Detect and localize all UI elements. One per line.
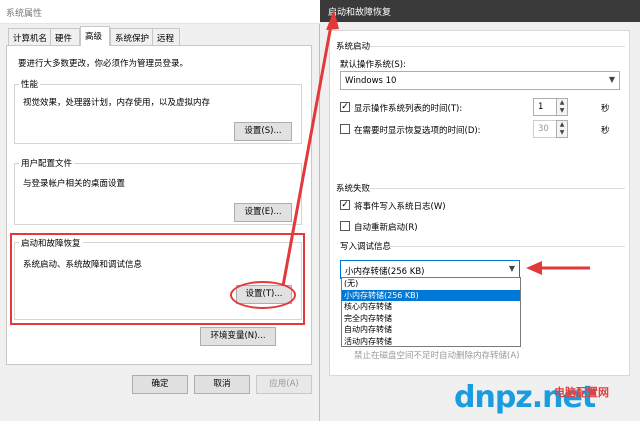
spinner-arrows-icon[interactable]: ▲ ▼ bbox=[556, 120, 568, 138]
chevron-down-icon: ▼ bbox=[508, 264, 515, 273]
title-bar: 系统属性 bbox=[0, 0, 320, 24]
show-recovery-spinner[interactable]: 30 ▲ ▼ bbox=[533, 120, 568, 138]
seconds-label: 秒 bbox=[601, 104, 610, 114]
system-failure-heading: 系统失败 bbox=[336, 184, 371, 194]
user-profiles-desc: 与登录帐户相关的桌面设置 bbox=[23, 179, 126, 189]
annotation-highlight-box bbox=[10, 233, 305, 325]
seconds-label: 秒 bbox=[601, 126, 610, 136]
divider bbox=[386, 246, 625, 247]
user-profiles-title: 用户配置文件 bbox=[19, 157, 75, 169]
environment-variables-button[interactable]: 环境变量(N)... bbox=[200, 327, 276, 346]
write-event-checkbox[interactable]: ✓ bbox=[340, 200, 350, 210]
annotation-circle bbox=[230, 281, 296, 309]
dropdown-option-none[interactable]: (无) bbox=[342, 278, 520, 290]
dropdown-option-small-dump[interactable]: 小内存转储(256 KB) bbox=[342, 289, 520, 301]
show-os-list-label: 显示操作系统列表的时间(T): bbox=[354, 104, 463, 114]
debug-info-heading: 写入调试信息 bbox=[340, 242, 392, 252]
user-profiles-settings-button[interactable]: 设置(E)... bbox=[234, 203, 292, 222]
dropdown-option-active-dump[interactable]: 活动内存转储 bbox=[342, 336, 520, 348]
write-event-label: 将事件写入系统日志(W) bbox=[354, 202, 446, 212]
show-recovery-value: 30 bbox=[538, 124, 549, 134]
show-os-list-value: 1 bbox=[538, 102, 544, 112]
divider bbox=[370, 46, 625, 47]
ok-button[interactable]: 确定 bbox=[132, 375, 188, 394]
show-os-list-checkbox[interactable]: ✓ bbox=[340, 102, 350, 112]
dropdown-option-automatic-dump[interactable]: 自动内存转储 bbox=[342, 324, 520, 336]
show-recovery-label: 在需要时显示恢复选项的时间(D): bbox=[354, 126, 481, 136]
tab-advanced[interactable]: 高级 bbox=[80, 26, 110, 46]
tab-hardware[interactable]: 硬件 bbox=[50, 28, 80, 45]
startup-recovery-dialog: 启动和故障恢复 系统启动 默认操作系统(S): Windows 10 ▼ ✓ 显… bbox=[320, 0, 640, 421]
dropdown-option-complete-dump[interactable]: 完全内存转储 bbox=[342, 313, 520, 325]
show-os-list-spinner[interactable]: 1 ▲ ▼ bbox=[533, 98, 568, 116]
performance-settings-button[interactable]: 设置(S)... bbox=[234, 122, 292, 141]
window-title: 系统属性 bbox=[6, 9, 43, 19]
apply-button[interactable]: 应用(A) bbox=[256, 375, 312, 394]
spinner-arrows-icon[interactable]: ▲ ▼ bbox=[556, 98, 568, 116]
title-bar: 启动和故障恢复 bbox=[320, 0, 640, 22]
overwrite-note: 禁止在磁盘空间不足时自动删除内存转储(A) bbox=[354, 351, 520, 361]
admin-note: 要进行大多数更改，你必须作为管理员登录。 bbox=[18, 59, 189, 69]
tab-remote[interactable]: 远程 bbox=[152, 28, 180, 45]
debug-info-dropdown-list: (无) 小内存转储(256 KB) 核心内存转储 完全内存转储 自动内存转储 活… bbox=[341, 277, 521, 347]
divider bbox=[370, 188, 625, 189]
default-os-select[interactable]: Windows 10 ▼ bbox=[340, 71, 620, 90]
debug-info-value: 小内存转储(256 KB) bbox=[345, 267, 425, 277]
default-os-value: Windows 10 bbox=[345, 76, 397, 86]
tab-system-protection[interactable]: 系统保护 bbox=[110, 28, 154, 45]
site-watermark: dnpz.net 电脑配置网 bbox=[454, 378, 640, 421]
auto-restart-checkbox[interactable] bbox=[340, 221, 350, 231]
window-title: 启动和故障恢复 bbox=[328, 8, 392, 18]
performance-title: 性能 bbox=[19, 78, 41, 90]
auto-restart-label: 自动重新启动(R) bbox=[354, 223, 418, 233]
performance-desc: 视觉效果，处理器计划，内存使用，以及虚拟内存 bbox=[23, 98, 211, 108]
system-properties-dialog: 系统属性 计算机名 硬件 高级 系统保护 远程 要进行大多数更改，你必须作为管理… bbox=[0, 0, 320, 421]
system-startup-heading: 系统启动 bbox=[336, 42, 371, 52]
default-os-label: 默认操作系统(S): bbox=[340, 60, 406, 70]
dropdown-option-kernel-dump[interactable]: 核心内存转储 bbox=[342, 301, 520, 313]
watermark-subtitle: 电脑配置网 bbox=[554, 386, 609, 399]
show-recovery-checkbox[interactable] bbox=[340, 124, 350, 134]
chevron-down-icon: ▼ bbox=[608, 75, 615, 84]
cancel-button[interactable]: 取消 bbox=[194, 375, 250, 394]
tab-computer-name[interactable]: 计算机名 bbox=[8, 28, 54, 45]
